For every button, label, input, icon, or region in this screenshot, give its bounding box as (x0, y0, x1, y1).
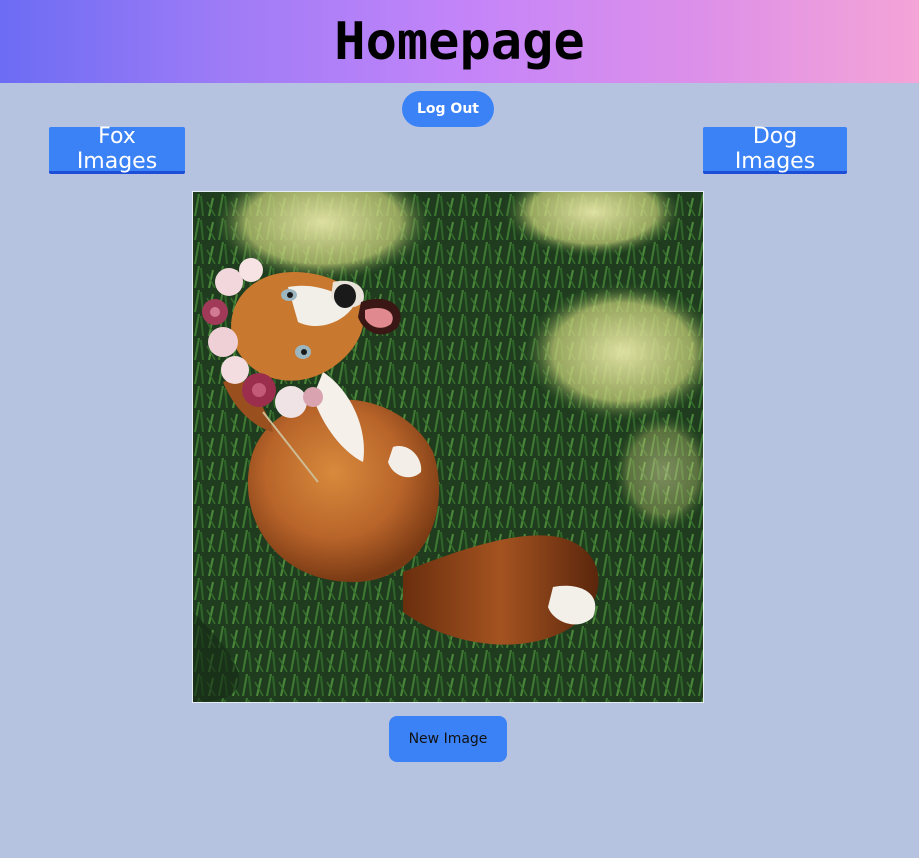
new-image-button[interactable]: New Image (389, 716, 507, 762)
fox-images-button[interactable]: Fox Images (49, 124, 185, 174)
page-header: Homepage (0, 0, 919, 83)
page-title: Homepage (334, 11, 585, 72)
animal-photo (192, 191, 704, 703)
logout-button[interactable]: Log Out (402, 91, 494, 127)
dog-images-button[interactable]: Dog Images (703, 124, 847, 174)
